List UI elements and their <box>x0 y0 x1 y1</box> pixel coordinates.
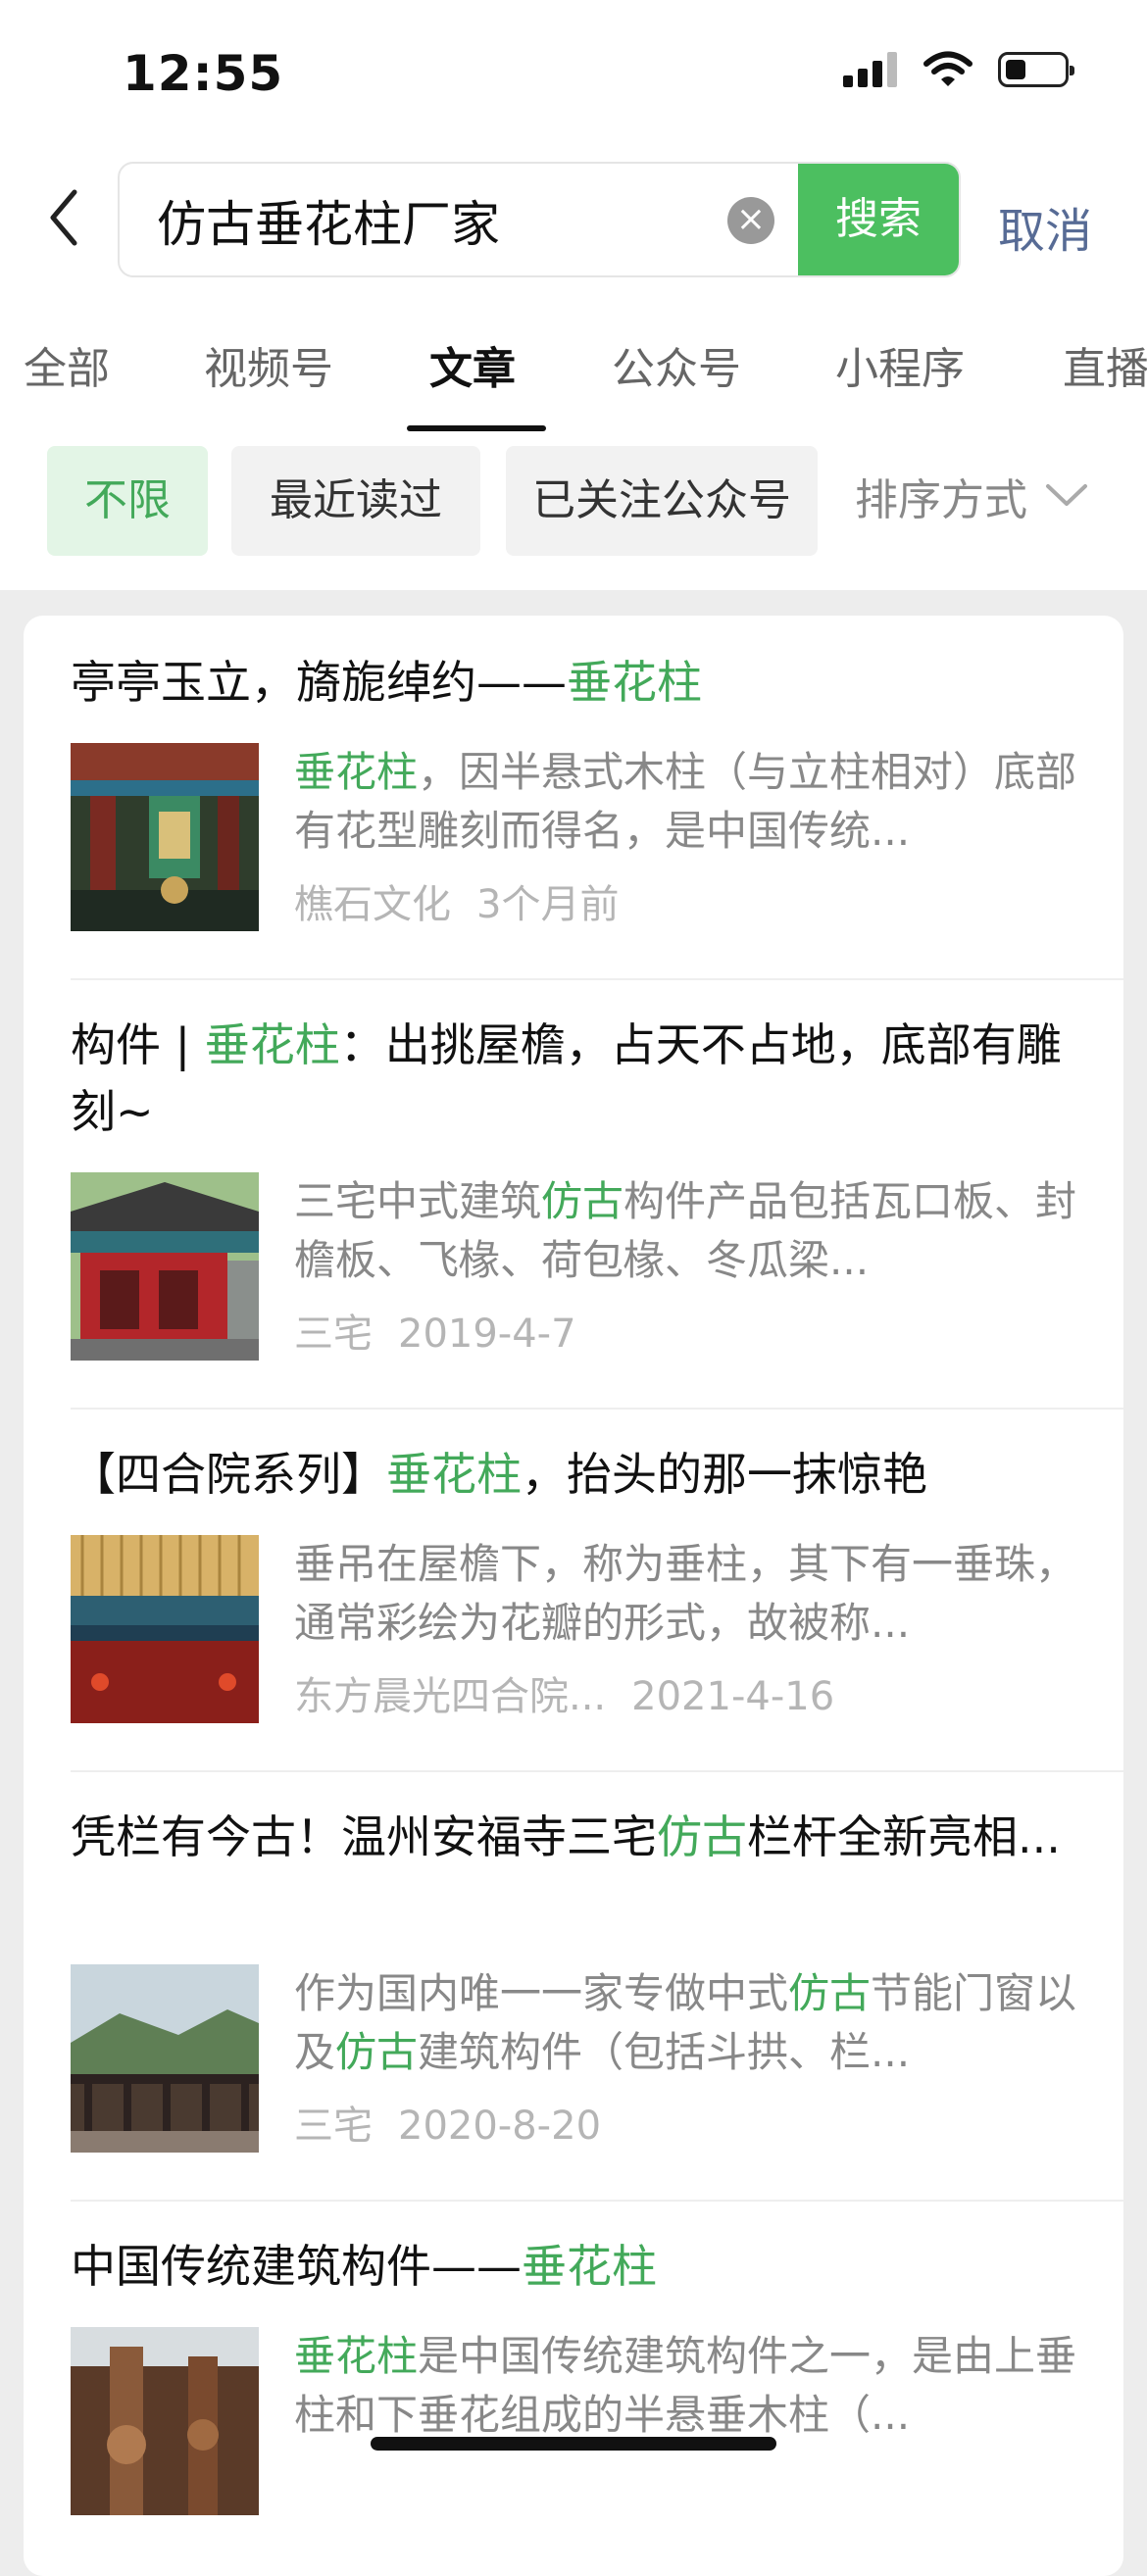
text-segment: 【四合院系列】 <box>71 1448 386 1501</box>
keyword-highlight: 垂花柱 <box>386 1448 522 1501</box>
keyword-highlight: 仿古 <box>335 2028 419 2076</box>
mountain-railing-photo <box>71 1964 259 2153</box>
article-source[interactable]: 东方晨光四合院... <box>294 1674 606 1719</box>
keyword-highlight: 垂花柱 <box>294 748 419 796</box>
text-segment: ，抬头的那一抹惊艳 <box>522 1448 927 1501</box>
article-title[interactable]: 中国传统建筑构件——垂花柱 <box>71 2233 1090 2300</box>
divider <box>71 1408 1123 1410</box>
chevron-down-icon[interactable] <box>1044 480 1089 510</box>
back-chevron-icon[interactable] <box>45 188 84 247</box>
tab-all[interactable]: 全部 <box>24 333 110 396</box>
tab-articles[interactable]: 文章 <box>429 333 516 396</box>
article-date: 2020-8-20 <box>398 2104 602 2149</box>
article-title[interactable]: 构件 | 垂花柱：出挑屋檐，占天不占地，底部有雕刻~ <box>71 1012 1090 1145</box>
article-thumbnail[interactable] <box>71 743 259 931</box>
results-list: 亭亭玉立，旖旎绰约——垂花柱 垂花柱，因半悬式木柱（与立柱相对）底部有花型雕刻而… <box>24 616 1123 2576</box>
search-button[interactable]: 搜索 <box>798 164 959 275</box>
red-pavilion-photo <box>71 1172 259 1361</box>
article-date: 3个月前 <box>476 882 620 927</box>
divider <box>71 2200 1123 2202</box>
keyword-highlight: 垂花柱 <box>294 2332 419 2380</box>
keyword-highlight: 仿古 <box>657 1810 747 1863</box>
article-meta: 三宅 2019-4-7 <box>294 1302 576 1359</box>
text-segment: 构件 | <box>71 1018 205 1071</box>
article-source[interactable]: 樵石文化 <box>294 882 451 927</box>
text-segment: 凭栏有今古！温州安福寺三宅 <box>71 1810 657 1863</box>
article-thumbnail[interactable] <box>71 1172 259 1361</box>
divider <box>71 1770 1123 1772</box>
article-snippet: 作为国内唯一一家专做中式仿古节能门窗以及仿古建筑构件（包括斗拱、栏... <box>294 1964 1078 2082</box>
status-icons <box>843 51 1074 88</box>
keyword-highlight: 垂花柱 <box>567 656 702 709</box>
article-source[interactable]: 三宅 <box>294 2104 373 2149</box>
article-snippet: 垂花柱，因半悬式木柱（与立柱相对）底部有花型雕刻而得名，是中国传统... <box>294 743 1078 861</box>
article-thumbnail[interactable] <box>71 1964 259 2153</box>
tab-official-accounts[interactable]: 公众号 <box>612 333 741 396</box>
keyword-highlight: 仿古 <box>541 1177 624 1225</box>
carved-wood-photo <box>71 2327 259 2515</box>
tiled-eave-photo <box>71 1535 259 1723</box>
article-snippet: 垂花柱是中国传统建筑构件之一，是由上垂柱和下垂花组成的半悬垂木柱（... <box>294 2327 1078 2445</box>
search-input[interactable] <box>155 164 747 275</box>
text-segment: 作为国内唯一一家专做中式 <box>294 1969 789 2017</box>
battery-icon <box>998 52 1074 87</box>
cellular-signal-icon <box>843 52 897 87</box>
article-thumbnail[interactable] <box>71 2327 259 2515</box>
article-title[interactable]: 亭亭玉立，旖旎绰约——垂花柱 <box>71 649 1090 716</box>
article-date: 2019-4-7 <box>398 1312 576 1357</box>
ornate-painted-bracket-photo <box>71 743 259 931</box>
article-title[interactable]: 凭栏有今古！温州安福寺三宅仿古栏杆全新亮相... <box>71 1804 1090 1870</box>
keyword-highlight: 垂花柱 <box>522 2240 657 2293</box>
article-date: 2021-4-16 <box>631 1674 835 1719</box>
article-result[interactable]: 【四合院系列】垂花柱，抬头的那一抹惊艳 垂吊在屋檐下，称为垂柱，其下有一垂珠，通… <box>71 1441 1090 1723</box>
filter-recently-read[interactable]: 最近读过 <box>231 446 480 556</box>
text-segment: 中国传统建筑构件—— <box>71 2240 522 2293</box>
active-tab-indicator <box>407 425 546 431</box>
text-segment: 亭亭玉立，旖旎绰约—— <box>71 656 567 709</box>
wifi-icon <box>923 51 972 86</box>
article-thumbnail[interactable] <box>71 1535 259 1723</box>
article-title[interactable]: 【四合院系列】垂花柱，抬头的那一抹惊艳 <box>71 1441 1090 1508</box>
divider <box>71 978 1123 980</box>
tab-live[interactable]: 直播 <box>1063 333 1147 396</box>
article-meta: 三宅 2020-8-20 <box>294 2094 601 2151</box>
article-result[interactable]: 中国传统建筑构件——垂花柱 垂花柱是中国传统建筑构件之一，是由上垂柱和下垂花组成… <box>71 2233 1090 2515</box>
sort-dropdown[interactable]: 排序方式 <box>855 446 1027 556</box>
cancel-button[interactable]: 取消 <box>998 192 1092 261</box>
text-segment: 栏杆全新亮相... <box>747 1810 1061 1863</box>
article-result[interactable]: 亭亭玉立，旖旎绰约——垂花柱 垂花柱，因半悬式木柱（与立柱相对）底部有花型雕刻而… <box>71 649 1090 931</box>
text-segment: 建筑构件（包括斗拱、栏... <box>418 2028 911 2076</box>
article-meta: 樵石文化 3个月前 <box>294 872 619 929</box>
keyword-highlight: 垂花柱 <box>204 1018 340 1071</box>
clear-icon[interactable]: × <box>727 197 774 244</box>
home-indicator <box>371 2437 776 2451</box>
tab-mini-programs[interactable]: 小程序 <box>835 333 965 396</box>
article-snippet: 垂吊在屋檐下，称为垂柱，其下有一垂珠，通常彩绘为花瓣的形式，故被称... <box>294 1535 1078 1653</box>
tab-channels[interactable]: 视频号 <box>204 333 333 396</box>
text-segment: 三宅中式建筑 <box>294 1177 542 1225</box>
filter-unlimited[interactable]: 不限 <box>47 446 208 556</box>
article-meta: 东方晨光四合院... 2021-4-16 <box>294 1664 834 1721</box>
search-box[interactable]: × 搜索 <box>118 162 961 277</box>
status-time: 12:55 <box>123 45 284 102</box>
keyword-highlight: 仿古 <box>788 1969 872 2017</box>
filter-followed-accounts[interactable]: 已关注公众号 <box>506 446 818 556</box>
category-tabs: 全部 视频号 文章 公众号 小程序 直播 <box>0 333 1147 431</box>
article-snippet: 三宅中式建筑仿古构件产品包括瓦口板、封檐板、飞椽、荷包椽、冬瓜梁... <box>294 1172 1078 1290</box>
article-result[interactable]: 凭栏有今古！温州安福寺三宅仿古栏杆全新亮相... 作为国内唯一一家专做中式仿古节… <box>71 1804 1090 2153</box>
text-segment: 垂吊在屋檐下，称为垂柱，其下有一垂珠，通常彩绘为花瓣的形式，故被称... <box>294 1540 1077 1647</box>
article-source[interactable]: 三宅 <box>294 1312 373 1357</box>
article-result[interactable]: 构件 | 垂花柱：出挑屋檐，占天不占地，底部有雕刻~ 三宅中式建筑仿古构件产品包… <box>71 1012 1090 1361</box>
